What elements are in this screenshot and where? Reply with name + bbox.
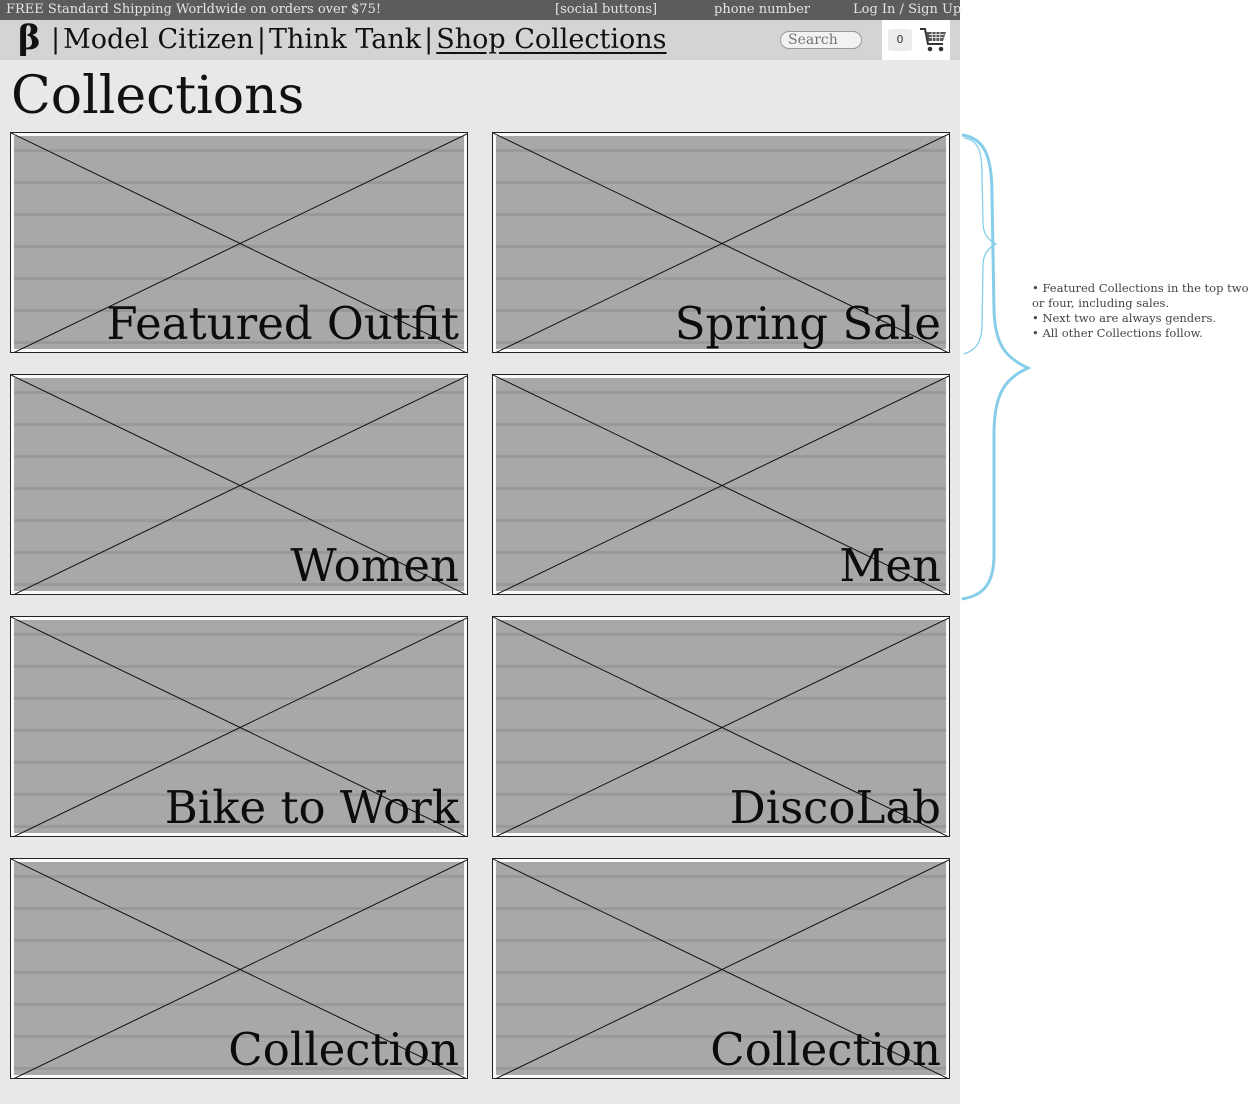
cart[interactable]: 0 <box>882 20 950 60</box>
search-input[interactable] <box>780 31 862 49</box>
collection-tile[interactable]: Women <box>10 374 468 595</box>
nav-separator: | <box>256 24 266 55</box>
page-canvas: FREE Standard Shipping Worldwide on orde… <box>0 0 961 1104</box>
collection-label: DiscoLab <box>729 781 941 834</box>
collection-tile[interactable]: Men <box>492 374 950 595</box>
collection-label: Women <box>290 539 459 592</box>
collection-label: Men <box>839 539 941 592</box>
top-bar: FREE Standard Shipping Worldwide on orde… <box>0 0 961 20</box>
collection-tile[interactable]: Bike to Work <box>10 616 468 837</box>
collection-tile[interactable]: Collection <box>492 858 950 1079</box>
annotation-note: • All other Collections follow. <box>1032 326 1203 340</box>
collection-label: Collection <box>710 1023 941 1076</box>
annotation-note: • Featured Collections in the top two or… <box>1032 281 1249 310</box>
collection-tile[interactable]: Featured Outfit <box>10 132 468 353</box>
nav-separator: | <box>51 24 61 55</box>
cart-count-badge: 0 <box>888 29 912 51</box>
cart-icon[interactable] <box>919 26 947 54</box>
collection-label: Spring Sale <box>674 297 941 350</box>
login-signup-link[interactable]: Log In / Sign Up <box>853 0 961 20</box>
nav-separator: | <box>424 24 434 55</box>
collection-label: Bike to Work <box>164 781 459 834</box>
nav-link-model-citizen[interactable]: Model Citizen <box>63 24 254 55</box>
collection-label: Collection <box>228 1023 459 1076</box>
annotation-brace <box>961 133 1032 601</box>
nav-link-think-tank[interactable]: Think Tank <box>269 24 421 55</box>
collection-tile[interactable]: Collection <box>10 858 468 1079</box>
annotation-notes: • Featured Collections in the top two or… <box>1032 281 1254 341</box>
annotation-note: • Next two are always genders. <box>1032 311 1217 325</box>
nav-links: | Model Citizen | Think Tank | Shop Collectio… <box>48 20 667 60</box>
main-nav: β | Model Citizen | Think Tank | Shop Collect… <box>0 18 960 60</box>
logo[interactable]: β <box>18 18 41 58</box>
phone-number[interactable]: phone number <box>714 0 810 20</box>
nav-link-shop-collections[interactable]: Shop Collections <box>436 24 666 55</box>
collection-tile[interactable]: DiscoLab <box>492 616 950 837</box>
shipping-promo: FREE Standard Shipping Worldwide on orde… <box>6 2 382 17</box>
page-title: Collections <box>11 66 305 126</box>
social-buttons[interactable]: [social buttons] <box>555 0 657 20</box>
collection-label: Featured Outfit <box>106 297 459 350</box>
collection-tile[interactable]: Spring Sale <box>492 132 950 353</box>
